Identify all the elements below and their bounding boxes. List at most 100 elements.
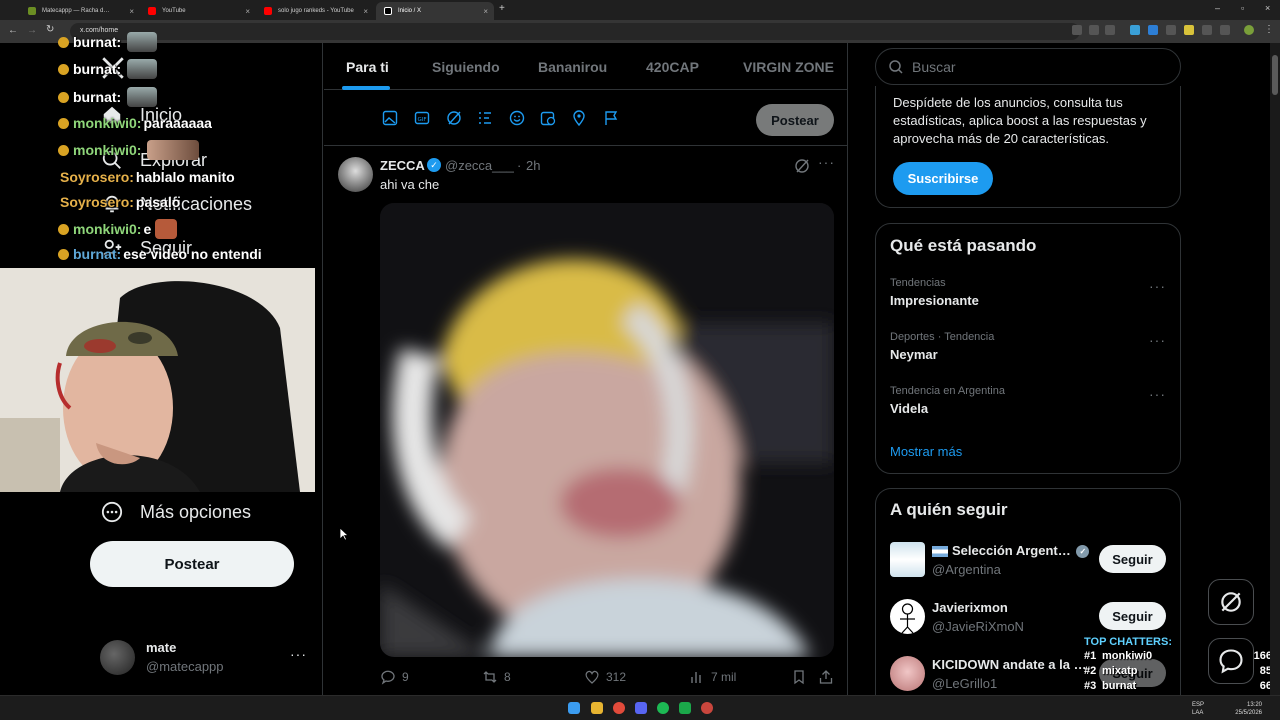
subscribe-button[interactable]: Suscribirse bbox=[893, 162, 993, 195]
avatar[interactable] bbox=[890, 599, 925, 634]
close-tab-icon[interactable]: × bbox=[245, 7, 250, 16]
browser-tab[interactable]: YouTube × bbox=[140, 2, 256, 20]
file-explorer-icon[interactable] bbox=[591, 702, 603, 714]
tab-label: Inicio / X bbox=[398, 8, 422, 14]
follow-button[interactable]: Seguir bbox=[1099, 545, 1166, 573]
more-dots-icon[interactable]: ··· bbox=[818, 154, 835, 170]
cast-icon[interactable] bbox=[1072, 25, 1082, 35]
scrollbar-thumb[interactable] bbox=[1272, 55, 1278, 95]
language-indicator[interactable]: ESP LAA bbox=[1192, 701, 1204, 717]
trend-item[interactable]: Tendencia en Argentina Videla ··· bbox=[876, 382, 1180, 432]
sidebar-icon[interactable] bbox=[1220, 25, 1230, 35]
back-icon[interactable]: ← bbox=[8, 25, 18, 36]
tab-following[interactable]: Siguiendo bbox=[432, 59, 500, 75]
trends-title: Qué está pasando bbox=[890, 236, 1037, 255]
tab-420cap[interactable]: 420CAP bbox=[646, 59, 699, 75]
like-button[interactable]: 312 bbox=[584, 669, 626, 685]
tab-label: solo jugo rankeds - YouTube bbox=[278, 8, 354, 14]
discord-icon[interactable] bbox=[635, 702, 647, 714]
nav-item-more[interactable]: Más opciones bbox=[100, 500, 251, 524]
close-tab-icon[interactable]: × bbox=[483, 7, 488, 16]
post-button[interactable]: Postear bbox=[90, 541, 294, 587]
composer-post-button[interactable]: Postear bbox=[756, 104, 834, 136]
user-name[interactable]: KICIDOWN andate a la … bbox=[932, 657, 1087, 672]
browser-tab[interactable]: solo jugo rankeds - YouTube × bbox=[256, 2, 374, 20]
more-dots-icon[interactable]: ··· bbox=[1149, 386, 1166, 402]
avatar[interactable] bbox=[890, 542, 925, 577]
account-switcher[interactable]: mate @matecappp ··· bbox=[100, 640, 310, 680]
obs-icon[interactable] bbox=[679, 702, 691, 714]
location-icon[interactable] bbox=[571, 110, 587, 126]
views-button[interactable]: 7 mil bbox=[689, 669, 736, 685]
chat-message: burnat: bbox=[58, 59, 158, 79]
maximize-icon[interactable]: ▫ bbox=[1241, 3, 1244, 13]
close-window-icon[interactable]: × bbox=[1265, 3, 1270, 13]
clock[interactable]: 13:20 25/5/2026 bbox=[1235, 701, 1262, 717]
extension-icon[interactable] bbox=[1166, 25, 1176, 35]
extension-icon[interactable] bbox=[1184, 25, 1194, 35]
grok-icon[interactable] bbox=[446, 110, 462, 126]
user-name[interactable]: Selección Argent… ✓ bbox=[932, 543, 1090, 559]
tab-bananirou[interactable]: Bananirou bbox=[538, 59, 607, 75]
trend-item[interactable]: Tendencias Impresionante ··· bbox=[876, 274, 1180, 324]
share-icon[interactable] bbox=[818, 669, 834, 685]
schedule-icon[interactable] bbox=[540, 110, 556, 126]
chat-text: ese video no entendi bbox=[123, 246, 262, 262]
flag-icon[interactable] bbox=[603, 110, 619, 126]
app-icon[interactable] bbox=[701, 702, 713, 714]
badge-icon bbox=[58, 36, 69, 48]
user-handle[interactable]: @LeGrillo1 bbox=[932, 676, 997, 691]
reply-button[interactable]: 9 bbox=[380, 669, 409, 685]
user-handle[interactable]: @JavieRiXmoN bbox=[932, 619, 1024, 634]
tweet-author[interactable]: ZECCA bbox=[380, 158, 425, 173]
extension-icon[interactable] bbox=[1130, 25, 1140, 35]
reload-icon[interactable]: ↻ bbox=[46, 24, 54, 35]
image-icon[interactable] bbox=[382, 110, 398, 126]
tab-for-you[interactable]: Para ti bbox=[346, 59, 389, 75]
emoji-icon[interactable] bbox=[509, 110, 525, 126]
user-name[interactable]: Javierixmon bbox=[932, 600, 1008, 615]
tweet-video[interactable] bbox=[380, 203, 834, 657]
trend-item[interactable]: Deportes · Tendencia Neymar ··· bbox=[876, 328, 1180, 378]
tab-virgin-zone[interactable]: VIRGIN ZONE bbox=[743, 59, 834, 75]
url-field[interactable]: x.com/home bbox=[70, 23, 1080, 40]
windows-start-icon[interactable] bbox=[568, 702, 580, 714]
avatar[interactable] bbox=[890, 656, 925, 691]
extension-icon[interactable] bbox=[1148, 25, 1158, 35]
grok-button[interactable] bbox=[1208, 579, 1254, 625]
star-icon[interactable] bbox=[1105, 25, 1115, 35]
puzzle-icon[interactable] bbox=[1202, 25, 1212, 35]
close-tab-icon[interactable]: × bbox=[363, 7, 368, 16]
new-tab-button[interactable]: + bbox=[499, 3, 505, 14]
tweet-handle[interactable]: @zecca___ bbox=[445, 158, 514, 173]
bookmark-icon[interactable] bbox=[791, 669, 807, 685]
zoom-icon[interactable] bbox=[1089, 25, 1099, 35]
forward-icon[interactable]: → bbox=[27, 25, 37, 36]
repost-button[interactable]: 8 bbox=[482, 669, 511, 685]
grok-icon[interactable] bbox=[794, 158, 810, 174]
top-chatter-row: #2 mixatp 85 bbox=[1084, 663, 1274, 678]
tweet-avatar[interactable] bbox=[338, 157, 373, 192]
more-dots-icon[interactable]: ··· bbox=[1149, 278, 1166, 294]
gif-icon[interactable]: GIF bbox=[414, 110, 430, 126]
user-handle[interactable]: @Argentina bbox=[932, 562, 1001, 577]
show-more-link[interactable]: Mostrar más bbox=[890, 444, 962, 459]
more-dots-icon[interactable]: ··· bbox=[290, 646, 307, 662]
close-tab-icon[interactable]: × bbox=[129, 7, 134, 16]
chrome-icon[interactable] bbox=[613, 702, 625, 714]
tweet-time[interactable]: 2h bbox=[526, 158, 540, 173]
chat-message: monkiwi0: e bbox=[58, 219, 178, 239]
menu-dots-icon[interactable]: ⋮ bbox=[1264, 24, 1274, 35]
more-dots-icon[interactable]: ··· bbox=[1149, 332, 1166, 348]
browser-tab[interactable]: Matecappp — Racha d… × bbox=[20, 2, 140, 20]
profile-avatar-icon[interactable] bbox=[1244, 25, 1254, 35]
tweet[interactable]: ZECCA ✓ @zecca___ · 2h ··· ahi va che 9 … bbox=[324, 147, 848, 695]
browser-tab-active[interactable]: Inicio / X × bbox=[376, 2, 494, 20]
spotify-icon[interactable] bbox=[657, 702, 669, 714]
follow-button[interactable]: Seguir bbox=[1099, 602, 1166, 630]
trend-name: Neymar bbox=[890, 347, 938, 362]
minimize-icon[interactable]: – bbox=[1215, 3, 1220, 13]
page-scrollbar[interactable] bbox=[1270, 43, 1280, 695]
search-input[interactable]: Buscar bbox=[875, 48, 1181, 85]
poll-icon[interactable] bbox=[477, 110, 493, 126]
